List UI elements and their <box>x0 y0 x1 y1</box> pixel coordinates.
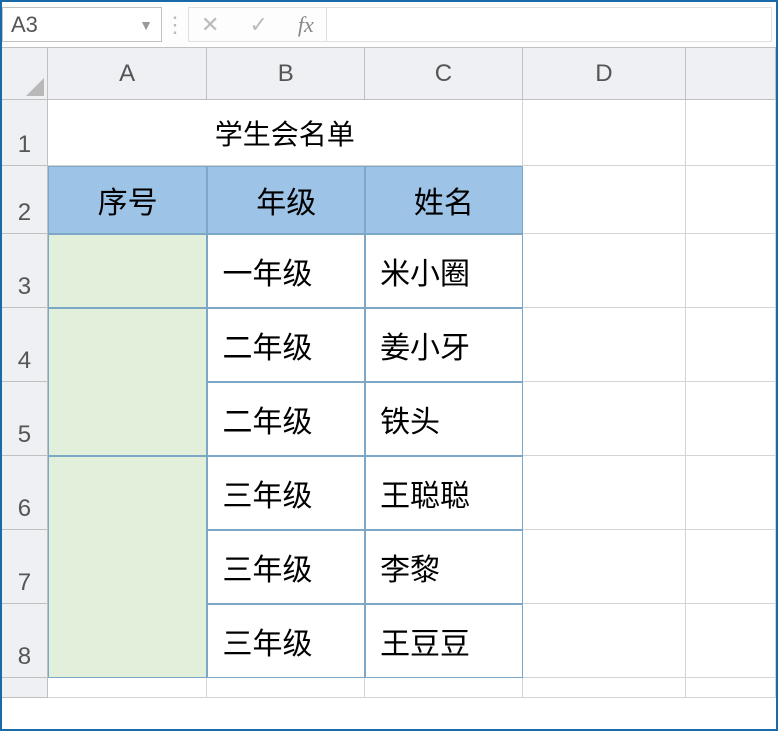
row-header-5[interactable]: 5 <box>2 382 48 456</box>
col-header-A[interactable]: A <box>48 48 208 100</box>
cell-E4[interactable] <box>686 308 776 382</box>
cell-C4[interactable]: 姜小牙 <box>365 308 523 382</box>
row-8: 8 三年级 王豆豆 <box>2 604 776 678</box>
row-4: 4 二年级 姜小牙 <box>2 308 776 382</box>
cell-B6[interactable]: 三年级 <box>207 456 365 530</box>
select-all-corner[interactable] <box>2 48 48 100</box>
row-1: 1 学生会名单 <box>2 100 776 166</box>
formula-input[interactable] <box>326 7 772 42</box>
cell-D5[interactable] <box>523 382 687 456</box>
cell-D2[interactable] <box>523 166 687 234</box>
cell-B5[interactable]: 二年级 <box>207 382 365 456</box>
col-header-C[interactable]: C <box>365 48 523 100</box>
col-header-B[interactable]: B <box>207 48 365 100</box>
divider-icon: ⋮ <box>162 2 188 47</box>
cell-A3[interactable] <box>48 234 208 308</box>
row-header-6[interactable]: 6 <box>2 456 48 530</box>
row-6: 6 三年级 王聪聪 <box>2 456 776 530</box>
row-2: 2 序号 年级 姓名 <box>2 166 776 234</box>
cell-C6[interactable]: 王聪聪 <box>365 456 523 530</box>
cell-A9[interactable] <box>48 678 208 698</box>
row-header-2[interactable]: 2 <box>2 166 48 234</box>
cell-D8[interactable] <box>523 604 687 678</box>
cell-E9[interactable] <box>686 678 776 698</box>
cell-D9[interactable] <box>523 678 687 698</box>
cell-E7[interactable] <box>686 530 776 604</box>
row-3: 3 一年级 米小圈 <box>2 234 776 308</box>
cell-C7[interactable]: 李黎 <box>365 530 523 604</box>
formula-bar: A3 ▼ ⋮ ✕ ✓ fx <box>2 2 776 48</box>
row-9 <box>2 678 776 698</box>
cell-A6[interactable] <box>48 456 208 530</box>
row-header-3[interactable]: 3 <box>2 234 48 308</box>
cell-E3[interactable] <box>686 234 776 308</box>
col-header-D[interactable]: D <box>523 48 687 100</box>
cell-C2[interactable]: 姓名 <box>365 166 523 234</box>
cell-A5[interactable] <box>48 382 208 456</box>
spreadsheet-grid: A B C D 1 学生会名单 2 序号 年级 姓名 3 一年级 米小圈 <box>2 48 776 698</box>
cell-E5[interactable] <box>686 382 776 456</box>
row-header-1[interactable]: 1 <box>2 100 48 166</box>
cancel-icon[interactable]: ✕ <box>201 12 219 38</box>
cell-B9[interactable] <box>207 678 365 698</box>
cell-B8[interactable]: 三年级 <box>207 604 365 678</box>
cell-D4[interactable] <box>523 308 687 382</box>
fx-icon[interactable]: fx <box>298 12 314 38</box>
cell-C9[interactable] <box>365 678 523 698</box>
confirm-icon[interactable]: ✓ <box>249 12 267 38</box>
cell-C5[interactable]: 铁头 <box>365 382 523 456</box>
cell-E6[interactable] <box>686 456 776 530</box>
cell-D1[interactable] <box>523 100 687 166</box>
rows: 1 学生会名单 2 序号 年级 姓名 3 一年级 米小圈 4 二年级 <box>2 100 776 698</box>
column-headers: A B C D <box>2 48 776 100</box>
row-7: 7 三年级 李黎 <box>2 530 776 604</box>
cell-E8[interactable] <box>686 604 776 678</box>
cell-E1[interactable] <box>686 100 776 166</box>
cell-A7[interactable] <box>48 530 208 604</box>
cell-C8[interactable]: 王豆豆 <box>365 604 523 678</box>
cell-B7[interactable]: 三年级 <box>207 530 365 604</box>
cell-D6[interactable] <box>523 456 687 530</box>
cell-B4[interactable]: 二年级 <box>207 308 365 382</box>
name-box[interactable]: A3 ▼ <box>2 7 162 42</box>
cell-D7[interactable] <box>523 530 687 604</box>
cell-E2[interactable] <box>686 166 776 234</box>
formula-buttons: ✕ ✓ fx <box>188 7 326 42</box>
cell-title[interactable]: 学生会名单 <box>48 100 523 166</box>
cell-A8[interactable] <box>48 604 208 678</box>
name-box-value: A3 <box>11 12 38 38</box>
cell-A4[interactable] <box>48 308 208 382</box>
row-header-9[interactable] <box>2 678 48 698</box>
cell-B2[interactable]: 年级 <box>207 166 365 234</box>
row-header-7[interactable]: 7 <box>2 530 48 604</box>
row-header-8[interactable]: 8 <box>2 604 48 678</box>
cell-B3[interactable]: 一年级 <box>207 234 365 308</box>
row-5: 5 二年级 铁头 <box>2 382 776 456</box>
cell-A2[interactable]: 序号 <box>48 166 208 234</box>
cell-D3[interactable] <box>523 234 687 308</box>
dropdown-icon[interactable]: ▼ <box>139 17 153 33</box>
row-header-4[interactable]: 4 <box>2 308 48 382</box>
cell-C3[interactable]: 米小圈 <box>365 234 523 308</box>
col-header-extra[interactable] <box>686 48 776 100</box>
